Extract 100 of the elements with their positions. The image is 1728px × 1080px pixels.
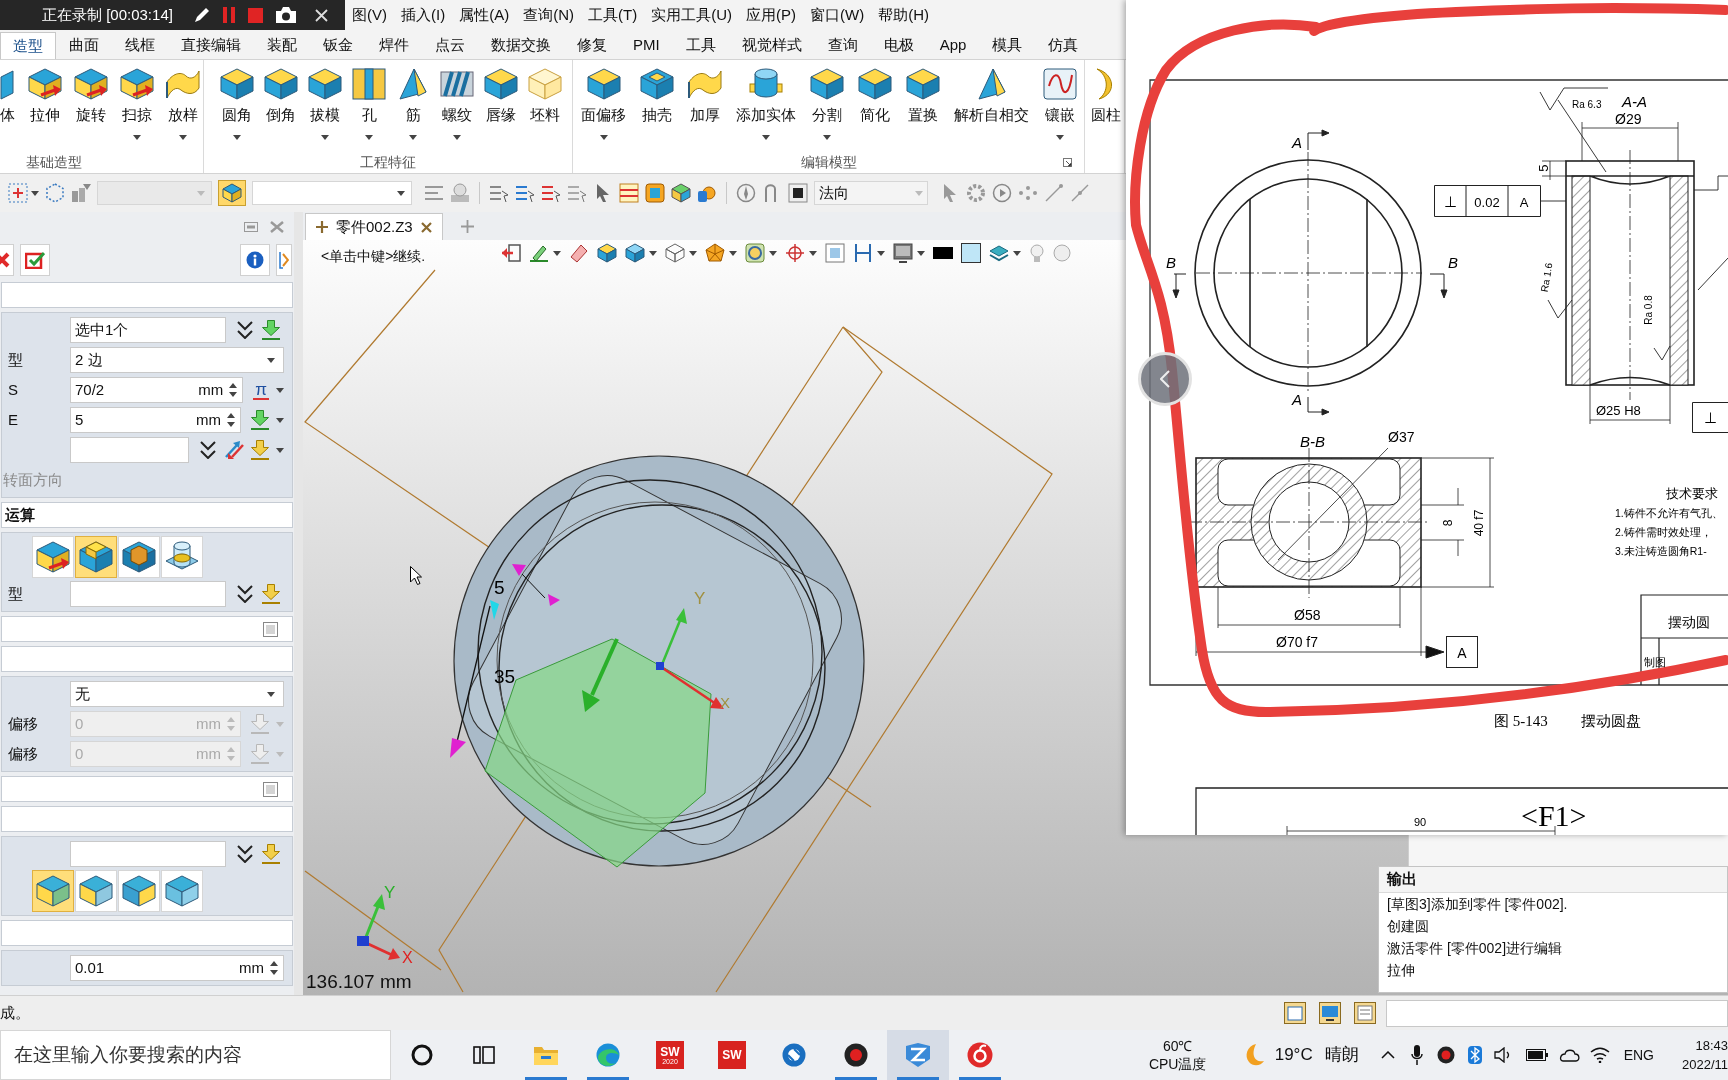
ribbon-tab[interactable]: 查询 — [814, 32, 871, 59]
drag-handle[interactable] — [450, 738, 466, 758]
option-button[interactable] — [32, 536, 74, 578]
clock-time[interactable]: 18:43 — [1695, 1036, 1728, 1055]
ribbon-tab[interactable]: 工具 — [672, 32, 729, 59]
down-arrow-icon[interactable] — [261, 844, 281, 864]
caret-icon[interactable] — [917, 250, 925, 256]
dashed-ring-icon[interactable] — [966, 183, 986, 203]
record-icon[interactable] — [1436, 1046, 1455, 1064]
box-icon[interactable] — [597, 243, 617, 263]
document-tab[interactable]: 零件002.Z3 — [305, 213, 443, 240]
text-field[interactable] — [70, 581, 226, 607]
caret-icon[interactable] — [877, 250, 885, 256]
eraser-icon[interactable] — [569, 243, 589, 263]
ribbon-button[interactable]: 扫掠 — [116, 60, 158, 140]
ribbon-button[interactable]: 圆角 — [216, 60, 258, 140]
caret-icon[interactable] — [1056, 135, 1064, 140]
ribbon-tab[interactable]: App — [926, 32, 980, 59]
dots-icon[interactable] — [1018, 183, 1038, 203]
ribbon-button[interactable]: 圆柱 — [1091, 60, 1121, 124]
ribbon-tab[interactable]: 视觉样式 — [728, 32, 815, 59]
pencil-line-icon[interactable] — [529, 243, 549, 263]
previous-button[interactable] — [1138, 352, 1192, 406]
compass-icon[interactable] — [736, 183, 756, 203]
table-icon[interactable] — [619, 183, 639, 203]
menu-item[interactable]: 插入(I) — [401, 4, 446, 27]
polyhedron-icon[interactable] — [705, 243, 725, 263]
checkbox[interactable] — [263, 781, 278, 797]
language-indicator[interactable]: ENG — [1623, 1044, 1654, 1066]
option-button[interactable] — [32, 870, 74, 912]
close-icon[interactable] — [420, 221, 432, 233]
ribbon-tab[interactable]: 焊件 — [366, 32, 422, 59]
ribbon-button[interactable]: 添加实体 — [732, 60, 800, 140]
cancel-button[interactable] — [0, 244, 14, 276]
color-swatch-icon[interactable] — [961, 243, 981, 263]
ribbon-tab[interactable]: 钣金 — [310, 32, 366, 59]
battery-icon[interactable] — [1525, 1049, 1548, 1061]
menu-item[interactable]: 查询(N) — [523, 4, 574, 27]
number-field[interactable]: 70/2 mm — [70, 377, 244, 403]
caret-icon[interactable] — [553, 250, 561, 256]
palette-icon[interactable] — [645, 183, 665, 203]
exit-arrow-icon[interactable] — [501, 243, 521, 263]
window-icon[interactable] — [1284, 1002, 1306, 1024]
dropdown-field[interactable] — [97, 181, 212, 205]
command-field[interactable] — [1386, 999, 1728, 1027]
ribbon-button[interactable]: 放样 — [162, 60, 204, 140]
ribbon-tab[interactable]: PMI — [620, 32, 673, 59]
caret-icon[interactable] — [453, 135, 461, 140]
spinner-icon[interactable] — [270, 961, 278, 975]
down-arrow-icon[interactable] — [250, 410, 270, 430]
clock-date[interactable]: 2022/11 — [1681, 1055, 1728, 1074]
panel-icon[interactable] — [1354, 1002, 1376, 1024]
cloud-icon[interactable] — [1557, 1048, 1580, 1062]
caret-icon[interactable] — [599, 135, 608, 140]
pause-icon[interactable] — [222, 7, 235, 23]
number-field[interactable]: 5 mm — [70, 407, 241, 433]
caret-icon[interactable] — [365, 135, 373, 140]
ribbon-button[interactable]: 解析自相交 — [950, 60, 1033, 124]
ribbon-tab[interactable]: 修复 — [564, 32, 620, 59]
collapse-button[interactable] — [276, 244, 292, 276]
ribbon-tab[interactable]: 点云 — [422, 32, 478, 59]
list-icon[interactable] — [567, 183, 587, 203]
caret-icon[interactable] — [409, 135, 417, 140]
dropdown-field[interactable]: 2 边 — [70, 347, 284, 373]
caret-icon[interactable] — [276, 387, 284, 393]
caret-icon[interactable] — [769, 250, 777, 256]
launcher-icon[interactable] — [1063, 158, 1072, 167]
ribbon-button[interactable]: 简化 — [854, 60, 896, 124]
ribbon-button[interactable]: 拉伸 — [24, 60, 66, 124]
caret-icon[interactable] — [321, 135, 329, 140]
ribbon-button[interactable]: 加厚 — [684, 60, 726, 124]
ribbon-tab[interactable]: 模具 — [979, 32, 1036, 59]
caret-icon[interactable] — [133, 135, 141, 140]
caret-icon[interactable] — [233, 135, 241, 140]
caret-icon[interactable] — [823, 135, 831, 140]
drag-handle[interactable] — [548, 594, 560, 606]
double-chevron-icon[interactable] — [200, 441, 216, 459]
square-icon[interactable] — [788, 183, 808, 203]
bluetooth-icon[interactable] — [1467, 1046, 1482, 1064]
text-field[interactable] — [70, 841, 226, 867]
caret-icon[interactable] — [649, 250, 657, 256]
ribbon-button[interactable]: 镶嵌 — [1039, 60, 1081, 140]
line-icon[interactable] — [1044, 183, 1064, 203]
down-arrow-icon[interactable] — [261, 320, 281, 340]
monitor-icon[interactable] — [1319, 1002, 1341, 1024]
ribbon-button[interactable]: 拔模 — [304, 60, 346, 140]
caret-icon[interactable] — [397, 190, 405, 196]
caret-icon[interactable] — [179, 135, 187, 140]
list-icon[interactable] — [541, 183, 561, 203]
ribbon-button[interactable]: 倒角 — [260, 60, 302, 124]
shapes-icon[interactable] — [697, 183, 717, 203]
ribbon-button[interactable]: 抽壳 — [636, 60, 678, 124]
camera-icon[interactable] — [275, 7, 296, 23]
ribbon-button[interactable]: 体 — [0, 60, 20, 124]
ok-button[interactable] — [20, 244, 50, 276]
menu-item[interactable]: 实用工具(U) — [651, 4, 732, 27]
option-button[interactable] — [75, 536, 117, 578]
menu-item[interactable]: 图(V) — [352, 4, 387, 27]
info-button[interactable] — [240, 244, 270, 276]
ribbon-tab[interactable]: 电极 — [870, 32, 927, 59]
